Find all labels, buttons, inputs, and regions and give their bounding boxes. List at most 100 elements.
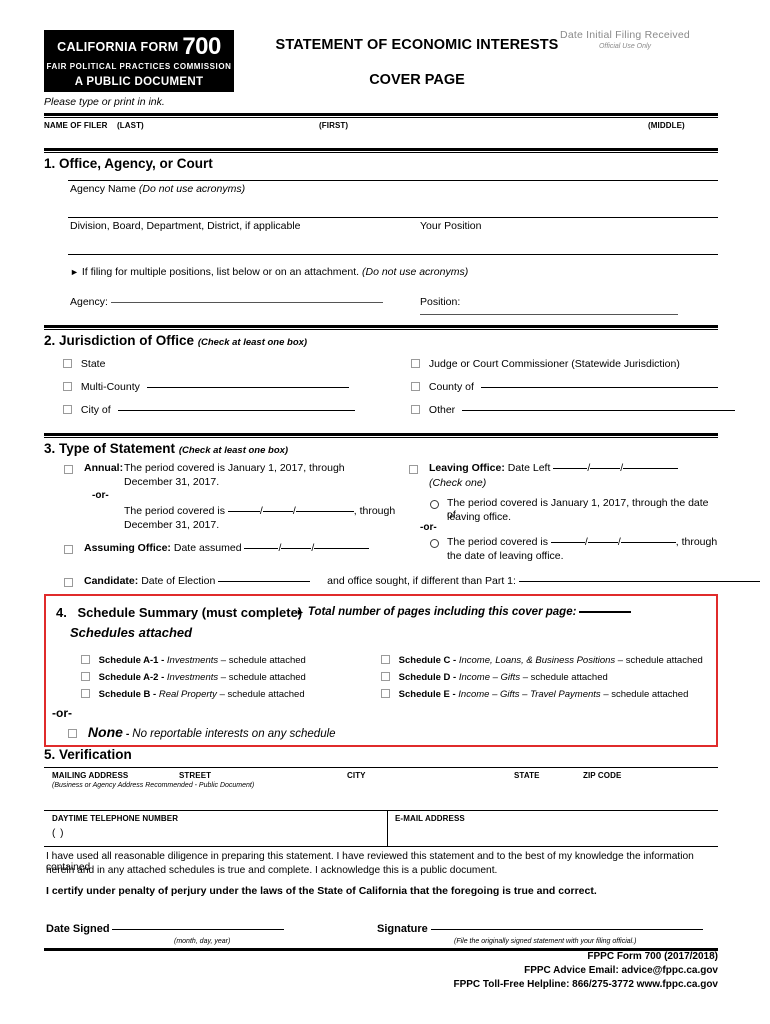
email-address-input[interactable]: [395, 825, 711, 843]
jurisdiction-option-city-of[interactable]: City of: [63, 404, 355, 416]
checkbox-city-of-icon[interactable]: [63, 405, 72, 414]
annual-alt-month-input[interactable]: [227, 511, 260, 512]
checkbox-assuming-office-icon[interactable]: [64, 545, 73, 554]
filer-name-row[interactable]: NAME OF FILER (LAST) (FIRST) (MIDDLE): [44, 118, 718, 142]
jurisdiction-option-other[interactable]: Other: [411, 404, 736, 416]
first-name-label: (FIRST): [319, 121, 349, 130]
agency-name-note: (Do not use acronyms): [138, 183, 246, 195]
assuming-office-text: Date assumed: [173, 542, 242, 554]
jurisdiction-county-of-label: County of: [428, 381, 474, 393]
print-instruction: Please type or print in ink.: [44, 96, 165, 108]
leaving-opt2-day-input[interactable]: [587, 542, 618, 543]
annual-alt-day-input[interactable]: [262, 511, 293, 512]
agency-field-input[interactable]: [110, 302, 383, 303]
middle-name-label: (MIDDLE): [648, 121, 685, 130]
schedule-row-a1[interactable]: Schedule A-1 - Investments – schedule at…: [81, 655, 306, 666]
checkbox-candidate-icon[interactable]: [64, 578, 73, 587]
multi-county-input[interactable]: [146, 387, 349, 388]
schedule-row-d[interactable]: Schedule D - Income – Gifts – schedule a…: [381, 672, 608, 683]
checkbox-multi-county-icon[interactable]: [63, 382, 72, 391]
annual-alt-period-row: The period covered is / /, through: [124, 505, 395, 517]
assumed-year-input[interactable]: [314, 548, 370, 549]
total-pages-input[interactable]: [579, 611, 632, 613]
agency-name-input[interactable]: [70, 198, 718, 216]
official-use-date-label: Date Initial Filing Received: [560, 29, 690, 41]
leaving-office-row: Leaving Office: Date Left / /: [429, 462, 679, 474]
zip-code-label: ZIP CODE: [583, 771, 622, 780]
checkbox-county-of-icon[interactable]: [411, 382, 420, 391]
annual-period-line2: December 31, 2017.: [124, 476, 220, 488]
your-position-input[interactable]: [420, 234, 718, 252]
schedule-b-tail: – schedule attached: [219, 689, 305, 700]
jurisdiction-other-label: Other: [428, 404, 456, 416]
checkbox-schedule-d-icon[interactable]: [381, 672, 390, 681]
form-header: CALIFORNIA FORM 700 FAIR POLITICAL PRACT…: [0, 0, 770, 108]
date-left-year-input[interactable]: [623, 468, 679, 469]
schedule-row-c[interactable]: Schedule C - Income, Loans, & Business P…: [381, 655, 703, 666]
checkbox-schedule-b-icon[interactable]: [81, 689, 90, 698]
city-of-input[interactable]: [117, 410, 355, 411]
candidate-row: Candidate: Date of Election and office s…: [84, 575, 760, 587]
checkbox-schedule-e-icon[interactable]: [381, 689, 390, 698]
annual-or-label: -or-: [92, 490, 109, 501]
state-label: STATE: [514, 771, 540, 780]
checkbox-annual-icon[interactable]: [64, 465, 73, 474]
city-label: CITY: [347, 771, 366, 780]
section5-heading: 5. Verification: [44, 747, 132, 762]
date-left-day-input[interactable]: [590, 468, 621, 469]
section-4-schedule-summary: 4. Schedule Summary (must complete) ► To…: [44, 594, 718, 747]
document-title: STATEMENT OF ECONOMIC INTERESTS: [275, 37, 559, 53]
footer-helpline[interactable]: FPPC Toll-Free Helpline: 866/275-3772 ww…: [44, 978, 718, 992]
jurisdiction-option-state[interactable]: State: [63, 358, 105, 370]
leaving-opt2-year-input[interactable]: [620, 542, 676, 543]
jurisdiction-city-of-label: City of: [80, 404, 111, 416]
section3-rule-top2: [44, 437, 718, 438]
none-row[interactable]: None - No reportable interests on any sc…: [68, 724, 336, 740]
jurisdiction-option-judge[interactable]: Judge or Court Commissioner (Statewide J…: [411, 358, 680, 370]
schedule-row-e[interactable]: Schedule E - Income – Gifts – Travel Pay…: [381, 689, 688, 700]
other-input[interactable]: [462, 410, 736, 411]
annual-alt-year-input[interactable]: [295, 511, 354, 512]
schedule-d-desc: Income – Gifts: [458, 672, 521, 683]
jurisdiction-option-county-of[interactable]: County of: [411, 381, 718, 393]
section3-note: (Check at least one box): [178, 445, 289, 456]
footer-advice-email[interactable]: FPPC Advice Email: advice@fppc.ca.gov: [44, 964, 718, 978]
radio-leaving-option2-icon[interactable]: [430, 539, 439, 548]
leaving-opt2-month-input[interactable]: [550, 542, 585, 543]
position-field-row: Position:: [420, 296, 718, 320]
signature-input[interactable]: [430, 929, 703, 930]
checkbox-state-icon[interactable]: [63, 359, 72, 368]
leaving-office-text: Date Left: [507, 462, 551, 474]
schedule-a2-desc: Investments: [166, 672, 219, 683]
section2-title: Jurisdiction of Office: [59, 333, 195, 348]
mailing-address-label: MAILING ADDRESS: [52, 771, 129, 780]
date-signed-label: Date Signed: [46, 923, 110, 935]
section3-heading: 3. Type of Statement (Check at least one…: [44, 441, 288, 456]
date-signed-input[interactable]: [112, 929, 285, 930]
assuming-office-row: Assuming Office: Date assumed / /: [84, 542, 370, 554]
position-field-input[interactable]: [420, 314, 678, 315]
schedule-c-desc: Income, Loans, & Business Positions: [458, 655, 616, 666]
radio-leaving-option1-icon[interactable]: [430, 500, 439, 509]
date-of-election-input[interactable]: [218, 581, 311, 582]
schedule-row-b[interactable]: Schedule B - Real Property – schedule at…: [81, 689, 305, 700]
assumed-month-input[interactable]: [244, 548, 279, 549]
county-of-input[interactable]: [480, 387, 718, 388]
assumed-day-input[interactable]: [281, 548, 312, 549]
checkbox-other-icon[interactable]: [411, 405, 420, 414]
checkbox-schedule-a2-icon[interactable]: [81, 672, 90, 681]
phone-number-input[interactable]: ( ): [52, 828, 64, 839]
checkbox-schedule-a1-icon[interactable]: [81, 655, 90, 664]
checkbox-leaving-office-icon[interactable]: [409, 465, 418, 474]
jurisdiction-option-multi-county[interactable]: Multi-County: [63, 381, 349, 393]
checkbox-schedule-c-icon[interactable]: [381, 655, 390, 664]
last-name-label: (LAST): [117, 121, 144, 130]
office-sought-input[interactable]: [518, 581, 760, 582]
division-input[interactable]: [70, 234, 410, 252]
checkbox-judge-icon[interactable]: [411, 359, 420, 368]
date-left-month-input[interactable]: [553, 468, 588, 469]
section2-note: (Check at least one box): [197, 337, 308, 348]
checkbox-none-icon[interactable]: [68, 729, 77, 738]
schedule-row-a2[interactable]: Schedule A-2 - Investments – schedule at…: [81, 672, 306, 683]
schedule-e-desc: Income – Gifts – Travel Payments: [458, 689, 601, 700]
